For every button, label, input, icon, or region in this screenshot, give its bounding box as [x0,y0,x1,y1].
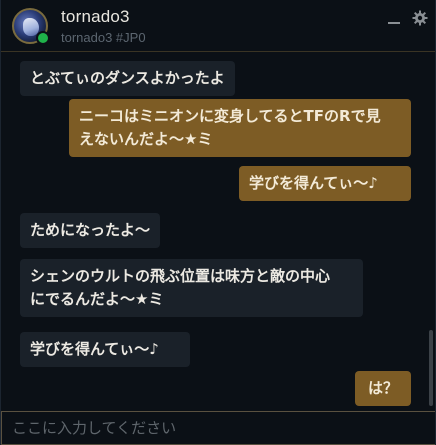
message-received: ためになったよ～ [20,213,161,248]
friend-tag: tornado3 #JP0 [61,30,146,45]
chat-header: tornado3 tornado3 #JP0 [1,0,435,52]
message-sent: は？ [355,371,411,406]
message-text: ためになったよ～ [30,221,151,239]
message-text-line: にでるんだよ～★ミ [30,290,164,308]
message-sent: ニーコはミニオンに変身してるとTFのRで見 えないんだよ～★ミ [69,99,411,157]
message-text: は？ [367,379,398,397]
friend-name: tornado3 [61,7,130,26]
minimize-button[interactable] [385,9,403,27]
message-text: 学びを得んてぃ～♪ [30,340,159,358]
avatar[interactable] [12,8,50,45]
message-received: 学びを得んてぃ～♪ [20,332,190,367]
message-input[interactable] [2,412,435,444]
message-text: 学びを得んてぃ～♪ [249,174,378,192]
chat-window: tornado3 tornado3 #JP0 とぶてぃのダンスよかったよ ニーコ… [0,0,436,445]
settings-button[interactable] [411,9,429,27]
message-scrollbar[interactable] [429,330,433,406]
message-list[interactable]: とぶてぃのダンスよかったよ ニーコはミニオンに変身してるとTFのRで見 えないん… [1,53,435,409]
gear-icon [412,10,428,26]
message-text-line: シェンのウルトの飛ぶ位置は味方と敵の中心 [30,267,331,285]
message-text-line: えないんだよ～★ミ [79,130,213,148]
message-text: とぶてぃのダンスよかったよ [30,69,225,87]
message-received: とぶてぃのダンスよかったよ [20,61,235,96]
message-input-box[interactable] [1,411,435,445]
minimize-icon [388,22,400,24]
message-received: シェンのウルトの飛ぶ位置は味方と敵の中心 にでるんだよ～★ミ [20,259,363,317]
message-sent: 学びを得んてぃ～♪ [239,166,411,201]
online-status-icon [36,31,50,45]
message-text-line: ニーコはミニオンに変身してるとTFのRで見 [79,107,381,125]
